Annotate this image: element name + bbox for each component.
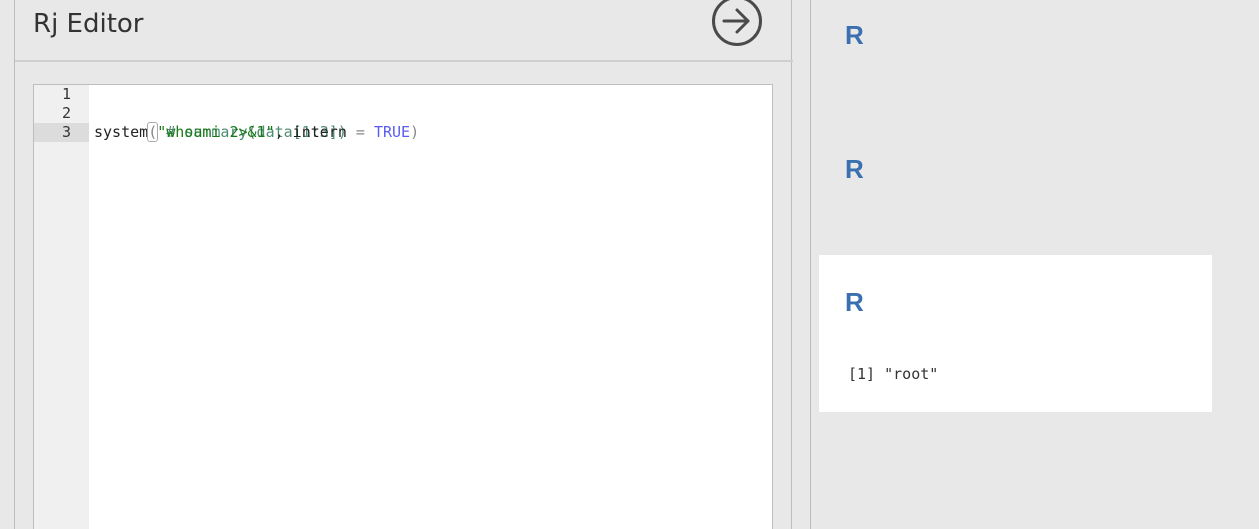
output-result-card: R [1] "root" [819, 255, 1212, 412]
line-number: 1 [62, 85, 72, 103]
output-panel: R R R [1] "root" [810, 0, 1259, 529]
r-output-label: R [845, 154, 864, 184]
r-output-label: R [845, 20, 864, 50]
app-window: Rj Editor 1 2 3 # summary(data[1:3]) sys… [0, 0, 1259, 529]
code-paren-open: ( [147, 122, 159, 142]
code-editor[interactable]: 1 2 3 # summary(data[1:3]) system("whoam… [33, 84, 773, 529]
code-line-3[interactable]: system("whoami 2>&1", intern = TRUE) [94, 122, 420, 142]
code-boolean: TRUE [373, 123, 411, 141]
code-operator: = [355, 123, 365, 141]
code-string: "whoami 2>&1" [157, 123, 275, 141]
line-number: 2 [62, 104, 72, 122]
r-output-label: R [845, 287, 864, 317]
line-gutter: 1 2 3 [34, 85, 89, 529]
code-function: system [94, 123, 149, 141]
line-number-active: 3 [34, 123, 89, 142]
arrow-right-circle-icon [722, 8, 750, 34]
editor-title: Rj Editor [33, 9, 144, 39]
run-button[interactable] [712, 0, 762, 46]
code-argument: , intern [274, 123, 356, 141]
code-line-2[interactable]: # summary(data[1:3]) [94, 104, 347, 141]
code-paren-close: ) [410, 123, 420, 141]
editor-header: Rj Editor [15, 0, 793, 62]
editor-panel: Rj Editor 1 2 3 # summary(data[1:3]) sys… [14, 0, 793, 529]
output-result-text: [1] "root" [848, 365, 939, 383]
